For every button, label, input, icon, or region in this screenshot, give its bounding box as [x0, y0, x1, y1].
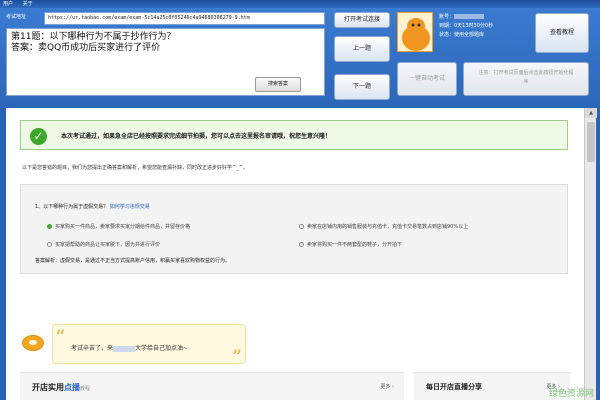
avatar-image — [402, 18, 430, 51]
learn-rules-link[interactable]: 如何学习违规交易 — [110, 204, 150, 210]
cheer-message: 考试辛苦了，来 大学给自己加点油~ — [71, 345, 189, 352]
tutorial-more-link[interactable]: 更多 › — [380, 383, 394, 390]
open-exam-button[interactable]: 打开考试连接 — [334, 12, 390, 28]
expiry-row: 到期：0天13时30分0秒 — [439, 23, 494, 29]
tip-button[interactable]: 注意：打开考试页面后点击此按钮开始化程序 — [463, 62, 589, 96]
next-question-button[interactable]: 下一题 — [334, 74, 390, 100]
pass-message: 本次考试通过，如果急全店已经按照要求完成细节拍摄，您可以点去这里报名审请哦，祝您… — [61, 133, 332, 140]
radio-icon — [299, 224, 304, 229]
live-share-card: 每日开店直播分享 更多 › — [414, 372, 570, 400]
status-row: 状态：使用全部题库 — [439, 32, 485, 38]
live-share-title: 每日开店直播分享 — [426, 383, 482, 391]
answer-explanation: 答案解析：虚假交易，是通过不正当方式提高账户信用，积赢买家喜欢购物权益的行为。 — [35, 258, 231, 264]
url-label: 考试地址 — [6, 14, 27, 20]
radio-checked-icon — [47, 224, 52, 229]
account-redacted — [454, 14, 485, 19]
option-d: 卖家将购买一件不两套型的鞋子，分开拍下 — [299, 241, 402, 248]
tutorial-card: 开店实用点播教程 更多 › — [20, 372, 404, 400]
account-row: 账号： — [439, 13, 529, 22]
menu-about[interactable]: 关于 — [23, 1, 33, 7]
question-line: 第11题：以下哪种行为不属于抄作行为？ — [11, 32, 176, 42]
quote-open-icon: “ — [55, 325, 66, 349]
auto-exam-button[interactable]: 一键自动考试 — [397, 62, 457, 96]
answer-line: 答案：卖QQ币成功后买家进行了评价 — [11, 43, 161, 53]
menu-user[interactable]: 用户 — [3, 1, 13, 7]
prev-question-button[interactable]: 上一题 — [334, 36, 390, 62]
wrong-answers-note: 以下是您答错的题目，我们为您提出正确答案和解析，希望您能查漏补缺，同时改正进步好… — [22, 165, 248, 171]
scrollbar[interactable]: ▲ — [584, 108, 597, 400]
option-c: 买家把帮助的商品让买家脱下，因为并进行评价 — [47, 241, 160, 248]
cheer-bubble: “ 考试辛苦了，来 大学给自己加点油~ ” — [52, 324, 246, 369]
user-info: 账号： 到期：0天13时30分0秒 状态：使用全部题库 — [439, 13, 529, 55]
tutorial-card-title: 开店实用点播教程 — [32, 383, 91, 392]
pass-banner: ✓ 本次考试通过，如果急全店已经按照要求完成细节拍摄，您可以点去这里报名审请哦，… — [20, 120, 568, 150]
watermark: 绿色资源网 — [548, 389, 594, 399]
quote-close-icon: ” — [231, 345, 242, 369]
mascot-icon — [22, 335, 44, 351]
exam-url-field[interactable]: https://ur.taobao.com/exam/exam-5c14a25c… — [44, 12, 325, 25]
avatar — [397, 12, 433, 52]
view-tutorial-button[interactable]: 查看教程 — [535, 13, 589, 53]
question-review-panel: 1、以下哪种行为属于虚假交易？ 如何学习违规交易 买家购买一件商品，卖家要求买家… — [20, 184, 568, 274]
scroll-thumb[interactable] — [587, 122, 595, 162]
review-question-title: 1、以下哪种行为属于虚假交易？ 如何学习违规交易 — [35, 204, 150, 210]
school-redacted — [113, 345, 136, 352]
radio-icon — [47, 242, 52, 247]
window-titlebar: 用户 关于 — [0, 0, 600, 8]
option-a: 买家购买一件商品，卖家要求买家分期给件商品，并留存价格 — [47, 223, 190, 230]
check-icon: ✓ — [30, 128, 47, 145]
radio-icon — [299, 242, 304, 247]
scroll-up-icon[interactable]: ▲ — [585, 108, 597, 118]
option-b: 卖家在店铺内用的销售服装与充值卡，充值卡交易笔数占到店铺90%以上 — [299, 223, 468, 230]
search-answer-button[interactable]: 搜索答案 — [255, 77, 301, 92]
